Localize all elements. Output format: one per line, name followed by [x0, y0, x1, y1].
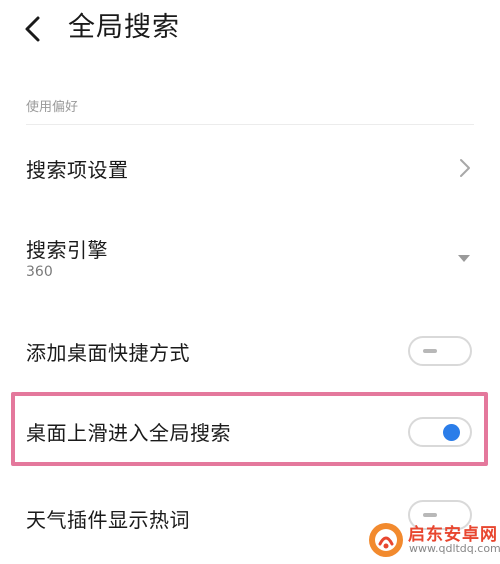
row-label: 搜索项设置	[26, 158, 129, 182]
settings-row-search-engine[interactable]: 搜索引擎 360	[0, 222, 500, 286]
swipe-up-search-toggle[interactable]	[408, 417, 472, 447]
watermark-url: www.qdltdq.com	[409, 542, 500, 555]
watermark-logo-icon	[369, 523, 403, 557]
back-button[interactable]	[18, 12, 48, 46]
settings-row-search-items[interactable]: 搜索项设置	[0, 140, 500, 196]
toggle-knob-off	[423, 349, 437, 353]
toggle-knob-on	[443, 424, 460, 441]
section-divider	[26, 124, 474, 125]
page-title: 全局搜索	[68, 12, 180, 43]
dropdown-caret-icon	[458, 255, 470, 262]
app-header: 全局搜索	[0, 0, 500, 60]
search-engine-value: 360	[26, 264, 53, 280]
back-arrow-icon	[25, 16, 40, 42]
row-label: 搜索引擎	[26, 238, 108, 262]
desktop-shortcut-toggle[interactable]	[408, 336, 472, 366]
chevron-right-icon	[460, 159, 470, 177]
row-label: 天气插件显示热词	[26, 508, 190, 532]
row-label: 桌面上滑进入全局搜索	[26, 421, 231, 445]
settings-row-desktop-shortcut: 添加桌面快捷方式	[0, 322, 500, 378]
row-label: 添加桌面快捷方式	[26, 341, 190, 365]
toggle-knob-off	[423, 513, 437, 517]
section-label: 使用偏好	[26, 100, 79, 115]
watermark: 启东安卓网 www.qdltdq.com	[368, 518, 500, 562]
settings-row-swipe-up-search: 桌面上滑进入全局搜索	[0, 404, 500, 460]
